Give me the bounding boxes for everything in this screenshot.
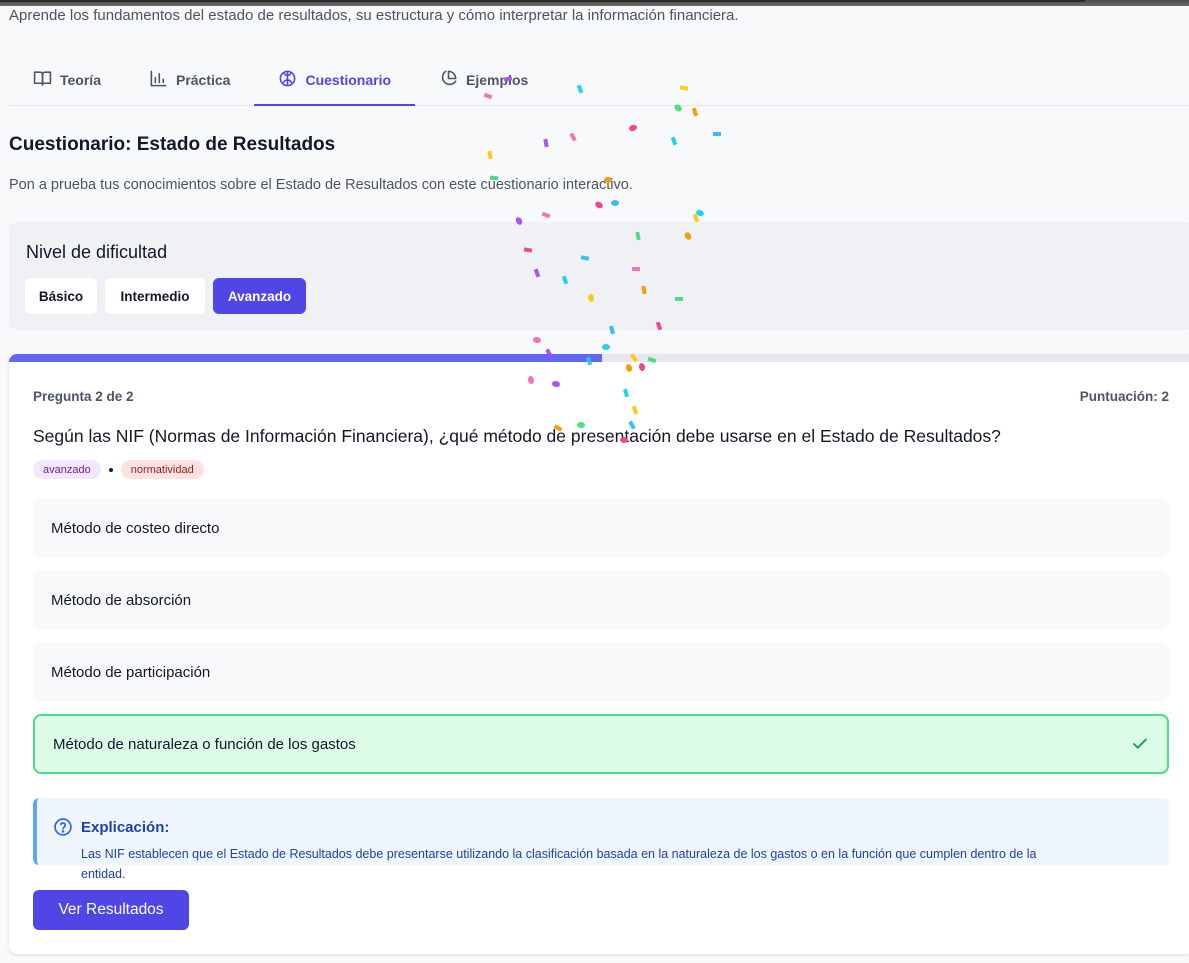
difficulty-title: Nivel de dificultad xyxy=(26,242,168,262)
topic-tag: normatividad xyxy=(120,460,204,479)
option-label: Método de costeo directo xyxy=(51,519,220,537)
page: Aprende los fundamentos del estado de re… xyxy=(0,0,1189,963)
confetti-piece xyxy=(629,124,637,132)
separator-dot xyxy=(108,467,113,472)
answer-option[interactable]: Método de absorción xyxy=(33,570,1169,630)
bar-chart-icon xyxy=(149,69,168,91)
score-label: Puntuación: 2 xyxy=(1079,389,1169,404)
explanation-header: Explicación: xyxy=(53,817,169,837)
help-circle-icon xyxy=(53,817,73,837)
pie-chart-icon xyxy=(439,69,458,91)
tab-label: Ejemplos xyxy=(466,72,529,88)
book-open-icon xyxy=(33,69,52,91)
confetti-piece xyxy=(533,336,541,344)
confetti-piece xyxy=(602,344,610,350)
confetti-piece xyxy=(691,107,699,117)
view-results-button[interactable]: Ver Resultados xyxy=(33,890,189,930)
quiz-card: Pregunta 2 de 2 Puntuación: 2 Según las … xyxy=(9,354,1189,954)
window-scrollbar[interactable] xyxy=(0,0,1189,6)
level-tag: avanzado xyxy=(33,460,101,479)
page-subtitle: Aprende los fundamentos del estado de re… xyxy=(9,7,739,24)
confetti-piece xyxy=(670,136,678,146)
tab-teoria[interactable]: Teoría xyxy=(9,56,125,106)
option-label: Método de participación xyxy=(51,663,211,681)
answer-option-correct[interactable]: Método de naturaleza o función de los ga… xyxy=(33,714,1169,774)
confetti-piece xyxy=(713,132,721,136)
confetti-piece xyxy=(487,150,493,160)
answer-option[interactable]: Método de costeo directo xyxy=(33,498,1169,558)
confetti-piece xyxy=(696,209,704,217)
confetti-piece xyxy=(541,211,551,219)
answer-option[interactable]: Método de participación xyxy=(33,642,1169,702)
tab-ejemplos[interactable]: Ejemplos xyxy=(415,56,552,106)
tab-label: Cuestionario xyxy=(305,72,392,88)
tab-practica[interactable]: Práctica xyxy=(125,56,254,106)
check-icon xyxy=(1131,735,1149,753)
question-counter: Pregunta 2 de 2 xyxy=(33,389,134,404)
progress-fill xyxy=(9,354,602,362)
option-label: Método de absorción xyxy=(51,591,192,609)
option-label: Método de naturaleza o función de los ga… xyxy=(53,735,356,753)
confetti-piece xyxy=(595,201,603,209)
difficulty-basic-button[interactable]: Básico xyxy=(25,278,97,314)
tab-label: Teoría xyxy=(60,72,101,88)
difficulty-panel: Nivel de dificultad Básico Intermedio Av… xyxy=(9,222,1189,330)
explanation-title: Explicación: xyxy=(81,818,170,836)
difficulty-intermediate-button[interactable]: Intermedio xyxy=(105,278,205,314)
confetti-piece xyxy=(543,138,549,148)
brain-icon xyxy=(278,69,297,91)
confetti-piece xyxy=(569,132,577,142)
tab-cuestionario[interactable]: Cuestionario xyxy=(254,56,416,106)
section-title: Cuestionario: Estado de Resultados xyxy=(9,134,336,155)
tab-bar: Teoría Práctica Cuestionario Ejemplos xyxy=(9,56,1189,106)
question-tags: avanzado normatividad xyxy=(33,460,204,479)
explanation-text: Las NIF establecen que el Estado de Resu… xyxy=(81,847,1037,881)
confetti-piece xyxy=(611,200,619,206)
difficulty-advanced-button[interactable]: Avanzado xyxy=(213,278,306,314)
explanation-box: Explicación: Las NIF establecen que el E… xyxy=(33,798,1169,881)
tab-label: Práctica xyxy=(175,72,231,88)
scrollbar-thumb[interactable] xyxy=(0,0,1085,2)
section-description: Pon a prueba tus conocimientos sobre el … xyxy=(9,177,633,193)
question-text: Según las NIF (Normas de Información Fin… xyxy=(33,426,1001,446)
progress-bar xyxy=(9,354,1189,362)
